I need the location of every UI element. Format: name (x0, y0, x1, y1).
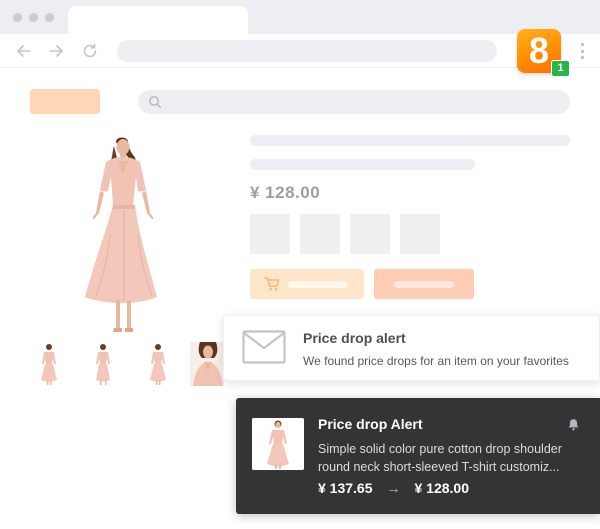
window-dot-minimize[interactable] (29, 13, 38, 22)
variant-option-3[interactable] (350, 214, 390, 254)
back-arrow-icon[interactable] (13, 40, 35, 62)
add-to-cart-button[interactable] (250, 269, 364, 299)
buy-now-button[interactable] (374, 269, 474, 299)
notification-title: Price drop Alert (318, 416, 423, 432)
notification-description: Simple solid color pure cotton drop shou… (318, 440, 580, 476)
browser-menu-icon[interactable] (578, 43, 586, 59)
bell-icon[interactable] (567, 418, 580, 431)
notification-price-change: ¥ 137.65 → ¥ 128.00 (318, 480, 469, 496)
mail-envelope-icon (242, 330, 286, 364)
product-thumbnail-4[interactable] (190, 342, 224, 386)
price-drop-alert-card[interactable]: Price drop alert We found price drops fo… (223, 315, 600, 381)
address-bar[interactable] (117, 40, 497, 62)
product-thumbnail-1[interactable] (32, 342, 66, 386)
cart-icon (264, 277, 280, 291)
window-dot-maximize[interactable] (45, 13, 54, 22)
price-arrow-icon: → (386, 480, 401, 496)
title-placeholder-line-2 (250, 159, 475, 170)
variant-option-2[interactable] (300, 214, 340, 254)
window-dot-close[interactable] (13, 13, 22, 22)
variant-option-1[interactable] (250, 214, 290, 254)
product-main-photo[interactable] (72, 134, 172, 336)
browser-tab[interactable] (68, 6, 248, 34)
alert-title: Price drop alert (303, 330, 406, 346)
title-placeholder-line-1 (250, 135, 570, 146)
price-drop-notification[interactable]: Price drop Alert Simple solid color pure… (236, 398, 600, 514)
notification-description-line-1: Simple solid color pure cotton drop shou… (318, 442, 562, 456)
product-price: ¥ 128.00 (250, 183, 321, 202)
new-price: ¥ 128.00 (414, 480, 470, 496)
old-price: ¥ 137.65 (318, 480, 373, 496)
reload-icon[interactable] (79, 40, 101, 62)
search-icon (149, 96, 162, 109)
alert-message: We found price drops for an item on your… (303, 354, 569, 368)
forward-arrow-icon[interactable] (45, 40, 67, 62)
cart-label-placeholder (288, 281, 348, 288)
extension-badge: 1 (551, 60, 570, 77)
product-thumbnail-3[interactable] (140, 342, 174, 386)
search-input[interactable] (138, 90, 570, 114)
notification-description-line-2: round neck short-sleeved T-shirt customi… (318, 460, 560, 474)
variant-option-4[interactable] (400, 214, 440, 254)
notification-product-thumbnail (252, 418, 304, 470)
product-thumbnail-2[interactable] (86, 342, 120, 386)
buy-label-placeholder (394, 281, 454, 288)
site-logo-placeholder[interactable] (30, 89, 100, 114)
browser-window: 8 1 ¥ 128.00 Price drop alert We found p… (0, 0, 600, 529)
